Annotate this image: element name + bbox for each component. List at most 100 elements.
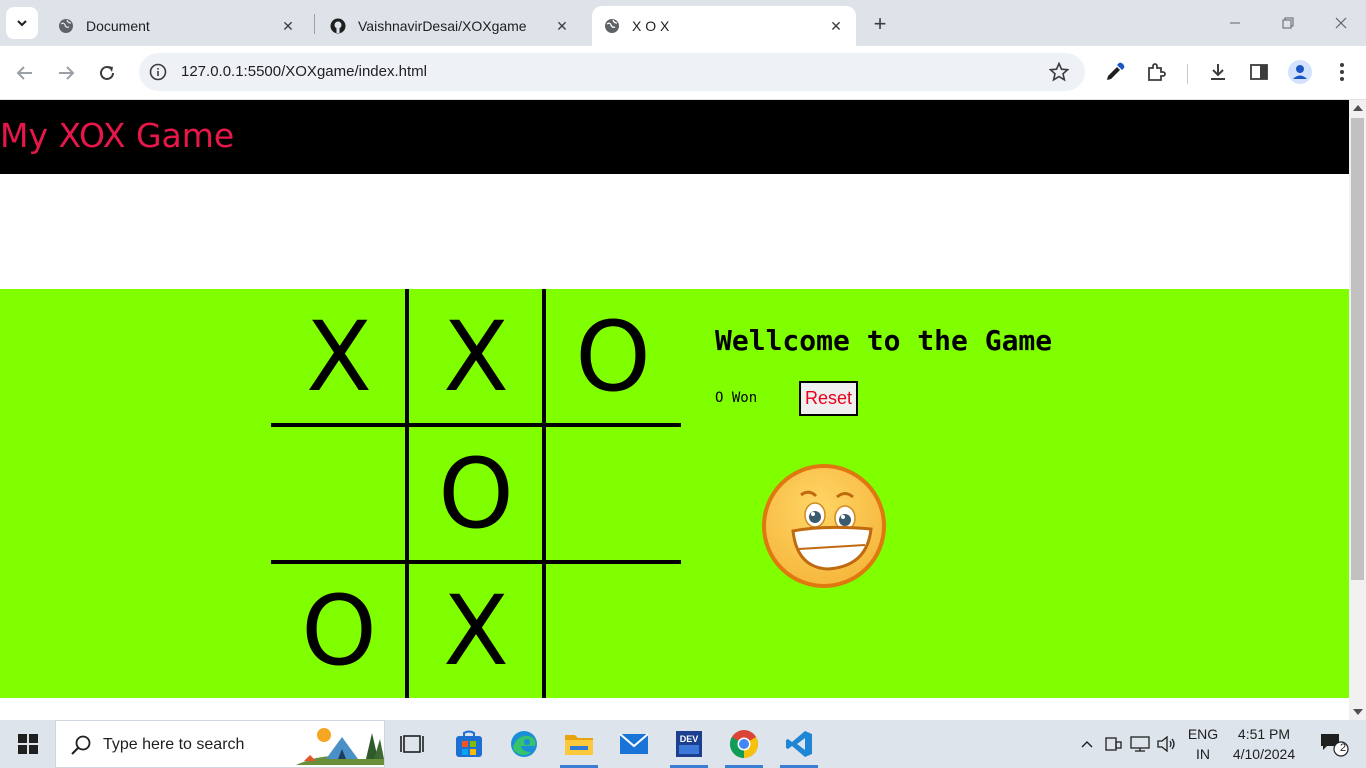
extensions-button[interactable] bbox=[1144, 60, 1168, 84]
board-cell-7[interactable]: O bbox=[271, 563, 407, 699]
arrow-left-icon bbox=[16, 66, 32, 80]
chevron-up-icon bbox=[1081, 741, 1093, 748]
reset-button[interactable]: Reset bbox=[799, 381, 858, 416]
board-grid-line bbox=[271, 560, 681, 564]
star-icon[interactable] bbox=[1049, 62, 1069, 82]
tab-github[interactable]: VaishnavirDesai/XOXgame ✕ bbox=[318, 6, 582, 46]
speaker-icon bbox=[1157, 736, 1175, 752]
tab-xox[interactable]: X O X ✕ bbox=[592, 6, 856, 46]
task-view-button[interactable] bbox=[385, 720, 439, 768]
network-button[interactable] bbox=[1128, 720, 1152, 768]
tab-title: X O X bbox=[632, 18, 670, 34]
browser-menu-button[interactable] bbox=[1330, 60, 1354, 84]
tab-separator bbox=[314, 14, 315, 34]
board-grid-line bbox=[405, 289, 409, 698]
toolbar-separator bbox=[1187, 64, 1188, 84]
vscode-button[interactable] bbox=[772, 720, 826, 768]
browser-tab-bar: Document ✕ VaishnavirDesai/XOXgame ✕ X O… bbox=[0, 0, 1366, 46]
scroll-up-arrow-icon[interactable] bbox=[1353, 105, 1363, 111]
clock-time: 4:51 PM bbox=[1237, 726, 1291, 742]
scrollbar-thumb[interactable] bbox=[1351, 118, 1364, 580]
language-code: ENG bbox=[1187, 726, 1219, 742]
task-view-icon bbox=[400, 735, 424, 753]
reload-button[interactable] bbox=[91, 57, 123, 89]
board-cell-9[interactable] bbox=[545, 563, 681, 699]
side-panel-button[interactable] bbox=[1247, 60, 1271, 84]
globe-icon bbox=[58, 18, 74, 34]
minimize-button[interactable] bbox=[1212, 8, 1258, 38]
game-info-panel: Wellcome to the Game bbox=[715, 324, 1052, 357]
minimize-icon bbox=[1230, 22, 1240, 24]
tab-document[interactable]: Document ✕ bbox=[46, 6, 308, 46]
chevron-down-icon bbox=[17, 20, 27, 27]
windows-logo-icon bbox=[17, 734, 38, 754]
mail-icon bbox=[619, 733, 649, 754]
info-icon[interactable] bbox=[149, 63, 167, 81]
close-window-button[interactable] bbox=[1318, 8, 1364, 38]
back-button[interactable] bbox=[9, 57, 41, 89]
region-code: IN bbox=[1196, 746, 1210, 762]
scroll-down-arrow-icon[interactable] bbox=[1353, 709, 1363, 715]
game-board: X X O O O X bbox=[271, 289, 681, 698]
edge-button[interactable] bbox=[497, 720, 551, 768]
microsoft-store-button[interactable] bbox=[442, 720, 496, 768]
taskbar-search-box[interactable]: Type here to search bbox=[55, 720, 385, 768]
profile-button[interactable] bbox=[1288, 60, 1312, 84]
clock-date: 4/10/2024 bbox=[1232, 746, 1296, 762]
close-icon[interactable]: ✕ bbox=[280, 18, 296, 34]
tab-search-button[interactable] bbox=[6, 7, 38, 39]
board-cell-2[interactable]: X bbox=[408, 289, 544, 425]
close-icon[interactable]: ✕ bbox=[828, 18, 844, 34]
board-cell-3[interactable]: O bbox=[545, 289, 681, 425]
restore-icon bbox=[1282, 17, 1294, 29]
plus-icon: + bbox=[873, 11, 887, 36]
dev-cpp-button[interactable]: DEV bbox=[662, 720, 716, 768]
globe-icon bbox=[604, 18, 620, 34]
notification-count: 2 bbox=[1340, 742, 1347, 754]
eyedropper-extension-button[interactable] bbox=[1103, 60, 1127, 84]
page-scrollbar[interactable] bbox=[1349, 100, 1366, 720]
forward-button[interactable] bbox=[50, 57, 82, 89]
game-status: O Won bbox=[715, 390, 758, 406]
tab-title: VaishnavirDesai/XOXgame bbox=[358, 18, 527, 34]
board-grid-line bbox=[542, 289, 546, 698]
site-title: My XOX Game bbox=[0, 116, 235, 155]
volume-button[interactable] bbox=[1154, 720, 1180, 768]
welcome-heading: Wellcome to the Game bbox=[715, 324, 1053, 357]
search-icon bbox=[71, 735, 91, 755]
board-cell-4[interactable] bbox=[271, 426, 407, 562]
dev-cpp-icon: DEV bbox=[676, 731, 702, 757]
eyedropper-icon bbox=[1107, 62, 1125, 80]
side-panel-icon bbox=[1250, 64, 1268, 80]
file-explorer-icon bbox=[565, 735, 593, 755]
board-cell-1[interactable]: X bbox=[271, 289, 407, 425]
notification-center-button[interactable]: 2 bbox=[1314, 720, 1354, 768]
board-cell-5[interactable]: O bbox=[408, 426, 544, 562]
site-header: My XOX Game bbox=[0, 100, 1349, 174]
browser-toolbar: 127.0.0.1:5500/XOXgame/index.html bbox=[0, 46, 1366, 100]
reload-icon bbox=[100, 65, 114, 80]
start-button[interactable] bbox=[0, 720, 55, 768]
language-indicator[interactable]: ENG IN bbox=[1184, 724, 1222, 764]
tab-title: Document bbox=[86, 18, 150, 34]
show-hidden-icons-button[interactable] bbox=[1076, 720, 1098, 768]
address-bar[interactable]: 127.0.0.1:5500/XOXgame/index.html bbox=[139, 53, 1085, 91]
restore-button[interactable] bbox=[1265, 8, 1311, 38]
board-cell-8[interactable]: X bbox=[408, 563, 544, 699]
chrome-icon bbox=[730, 730, 758, 758]
close-icon[interactable]: ✕ bbox=[554, 18, 570, 34]
mail-button[interactable] bbox=[607, 720, 661, 768]
microsoft-store-icon bbox=[456, 730, 482, 757]
camping-tent-illustration-icon bbox=[296, 728, 384, 765]
taskbar-clock[interactable]: 4:51 PM 4/10/2024 bbox=[1225, 724, 1303, 764]
board-cell-6[interactable] bbox=[545, 426, 681, 562]
downloads-button[interactable] bbox=[1206, 60, 1230, 84]
github-icon bbox=[330, 18, 346, 34]
chrome-button[interactable] bbox=[717, 720, 771, 768]
close-icon bbox=[1335, 17, 1347, 29]
url-text[interactable]: 127.0.0.1:5500/XOXgame/index.html bbox=[181, 63, 427, 80]
download-icon bbox=[1211, 64, 1225, 80]
device-tray-button[interactable] bbox=[1102, 720, 1124, 768]
file-explorer-button[interactable] bbox=[552, 720, 606, 768]
new-tab-button[interactable]: + bbox=[866, 10, 894, 38]
